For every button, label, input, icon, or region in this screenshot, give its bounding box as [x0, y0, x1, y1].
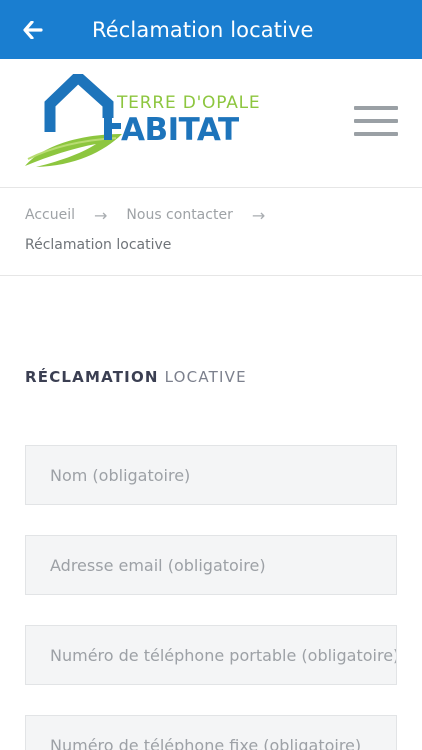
- landline-phone-field[interactable]: [25, 715, 397, 750]
- logo-text-bottom: ABITAT: [121, 112, 239, 148]
- arrow-left-icon: [23, 20, 43, 39]
- breadcrumb: Accueil → Nous contacter → Réclamation l…: [25, 205, 405, 254]
- form-title-light: LOCATIVE: [164, 368, 247, 386]
- form-title: RÉCLAMATION LOCATIVE: [25, 368, 247, 386]
- arrow-right-icon: →: [94, 205, 108, 225]
- site-header: TERRE D'OPALE ABITAT: [0, 59, 422, 187]
- email-field[interactable]: [25, 535, 397, 595]
- arrow-right-icon: →: [251, 205, 266, 225]
- divider: [0, 275, 422, 276]
- breadcrumb-item-contact[interactable]: Nous contacter: [126, 207, 232, 223]
- mobile-phone-field[interactable]: [25, 625, 397, 685]
- divider: [0, 187, 422, 188]
- app-bar: Réclamation locative: [0, 0, 422, 59]
- breadcrumb-item-current: Réclamation locative: [25, 237, 172, 253]
- breadcrumb-item-home[interactable]: Accueil: [25, 207, 75, 223]
- name-field[interactable]: [25, 445, 397, 505]
- page-title: Réclamation locative: [92, 17, 314, 42]
- form-title-bold: RÉCLAMATION: [25, 368, 159, 386]
- terre-dopale-habitat-logo[interactable]: TERRE D'OPALE ABITAT: [24, 74, 264, 172]
- hamburger-menu-icon[interactable]: [354, 106, 398, 138]
- back-button[interactable]: [0, 0, 68, 59]
- logo-text-top: TERRE D'OPALE: [116, 93, 260, 113]
